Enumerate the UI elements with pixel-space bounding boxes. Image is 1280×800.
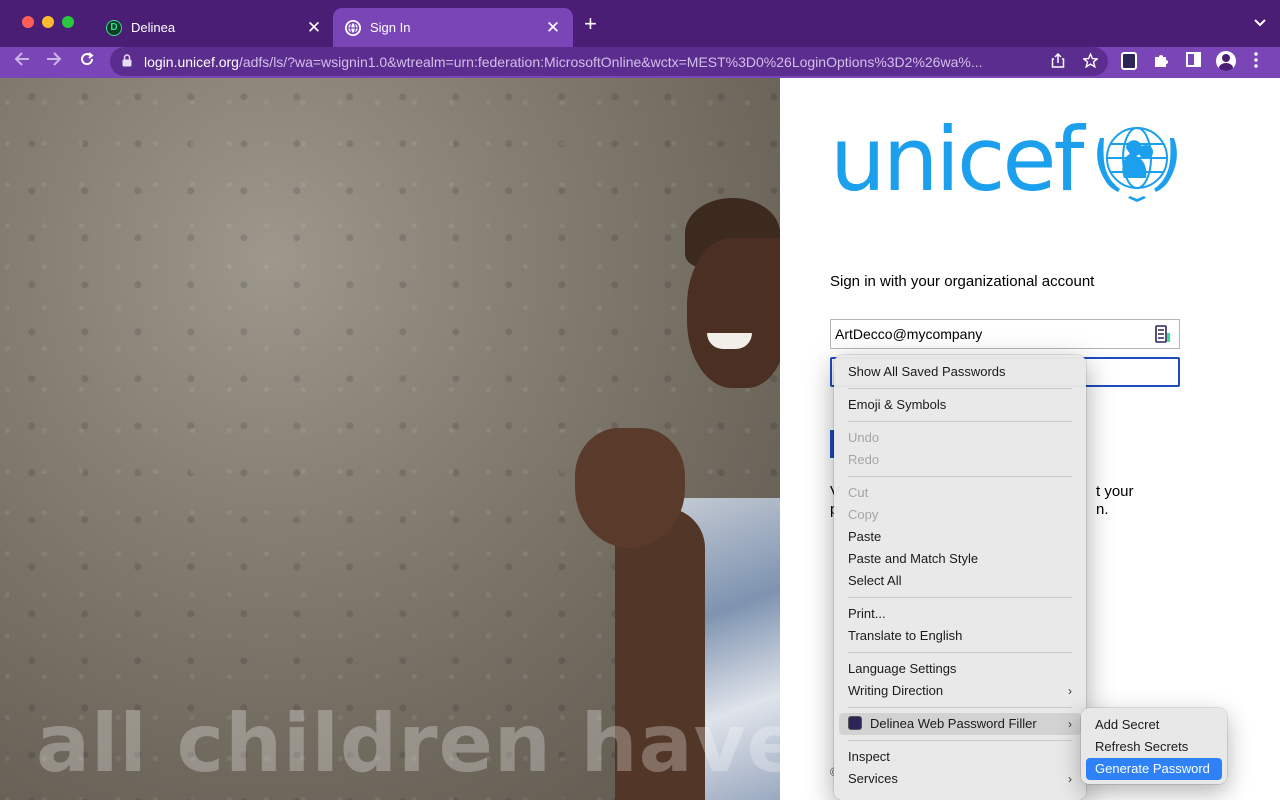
delinea-extension-icon <box>848 716 862 730</box>
unicef-logo: unicef <box>830 108 1186 213</box>
bookmark-star-icon[interactable] <box>1081 52 1100 71</box>
extensions-puzzle-icon[interactable] <box>1153 52 1170 73</box>
submenu-item-add-secret[interactable]: Add Secret <box>1086 714 1222 736</box>
back-icon[interactable] <box>14 50 30 74</box>
submenu-arrow-icon: › <box>1068 717 1072 731</box>
logo-wordmark: unicef <box>830 108 1084 211</box>
menu-item-paste-match-style[interactable]: Paste and Match Style <box>839 548 1081 570</box>
menu-separator <box>848 707 1072 708</box>
delinea-submenu: Add Secret Refresh Secrets Generate Pass… <box>1081 708 1227 784</box>
close-tab-icon[interactable]: ✕ <box>545 19 561 36</box>
hero-image: all children have rig <box>0 78 780 800</box>
tab-delinea[interactable]: D Delinea ✕ <box>94 8 334 47</box>
url-text: login.unicef.org/adfs/ls/?wa=wsignin1.0&… <box>144 54 1032 70</box>
browser-toolbar: login.unicef.org/adfs/ls/?wa=wsignin1.0&… <box>0 47 1280 78</box>
address-bar[interactable]: login.unicef.org/adfs/ls/?wa=wsignin1.0&… <box>110 47 1108 76</box>
menu-item-copy[interactable]: Copy <box>839 504 1081 526</box>
menu-item-translate[interactable]: Translate to English <box>839 625 1081 647</box>
menu-separator <box>848 388 1072 389</box>
sign-in-heading: Sign in with your organizational account <box>830 273 1095 290</box>
close-tab-icon[interactable]: ✕ <box>306 19 322 36</box>
menu-item-show-all-saved-passwords[interactable]: Show All Saved Passwords <box>839 361 1081 383</box>
menu-kebab-icon[interactable] <box>1254 52 1258 72</box>
menu-item-paste[interactable]: Paste <box>839 526 1081 548</box>
tab-title: Delinea <box>131 20 176 35</box>
delinea-filler-field-icon[interactable] <box>1153 325 1171 343</box>
username-value: ArtDecco@mycompany <box>835 326 983 342</box>
browser-tab-bar: D Delinea ✕ Sign In ✕ + <box>0 0 1280 47</box>
submenu-arrow-icon: › <box>1068 684 1072 698</box>
globe-icon <box>345 19 361 36</box>
menu-item-writing-direction[interactable]: Writing Direction › <box>839 680 1081 702</box>
zoom-window-button[interactable] <box>62 16 74 28</box>
url-path: /adfs/ls/?wa=wsignin1.0&wtrealm=urn:fede… <box>238 53 983 70</box>
menu-separator <box>848 476 1072 477</box>
menu-item-print[interactable]: Print... <box>839 603 1081 625</box>
close-window-button[interactable] <box>22 16 34 28</box>
menu-item-delinea-filler[interactable]: Delinea Web Password Filler › <box>839 713 1081 735</box>
delinea-extension-icon[interactable] <box>1121 52 1137 70</box>
menu-item-language-settings[interactable]: Language Settings <box>839 658 1081 680</box>
menu-separator <box>848 597 1072 598</box>
context-menu: Show All Saved Passwords Emoji & Symbols… <box>834 355 1086 800</box>
new-tab-button[interactable]: + <box>584 13 597 35</box>
menu-item-emoji-symbols[interactable]: Emoji & Symbols <box>839 394 1081 416</box>
menu-separator <box>848 421 1072 422</box>
lock-icon[interactable] <box>122 53 136 70</box>
unicef-emblem-icon <box>1088 118 1186 213</box>
menu-item-redo[interactable]: Redo <box>839 449 1081 471</box>
menu-item-services[interactable]: Services › <box>839 768 1081 790</box>
menu-item-label: Writing Direction <box>848 683 944 698</box>
menu-separator <box>848 740 1072 741</box>
help-text-right: t your n. <box>1096 483 1134 518</box>
submenu-item-generate-password[interactable]: Generate Password <box>1086 758 1222 780</box>
share-icon[interactable] <box>1051 52 1065 71</box>
tab-search-chevron-icon[interactable] <box>1254 14 1266 30</box>
tab-sign-in[interactable]: Sign In ✕ <box>333 8 573 47</box>
forward-icon[interactable] <box>46 50 62 74</box>
submenu-item-refresh-secrets[interactable]: Refresh Secrets <box>1086 736 1222 758</box>
menu-item-undo[interactable]: Undo <box>839 427 1081 449</box>
menu-separator <box>848 652 1072 653</box>
reload-icon[interactable] <box>79 50 95 74</box>
url-host: login.unicef.org <box>144 53 239 70</box>
side-panel-icon[interactable] <box>1186 52 1201 71</box>
menu-item-cut[interactable]: Cut <box>839 482 1081 504</box>
username-field[interactable]: ArtDecco@mycompany <box>830 319 1180 349</box>
menu-item-label: Delinea Web Password Filler <box>870 716 1037 731</box>
menu-item-inspect[interactable]: Inspect <box>839 746 1081 768</box>
hero-slogan: all children have rig <box>36 697 780 790</box>
menu-item-select-all[interactable]: Select All <box>839 570 1081 592</box>
minimize-window-button[interactable] <box>42 16 54 28</box>
delinea-d-icon: D <box>106 19 122 36</box>
submenu-arrow-icon: › <box>1068 772 1072 786</box>
menu-item-label: Services <box>848 771 898 786</box>
profile-avatar[interactable] <box>1216 51 1236 71</box>
tab-title: Sign In <box>370 20 411 35</box>
